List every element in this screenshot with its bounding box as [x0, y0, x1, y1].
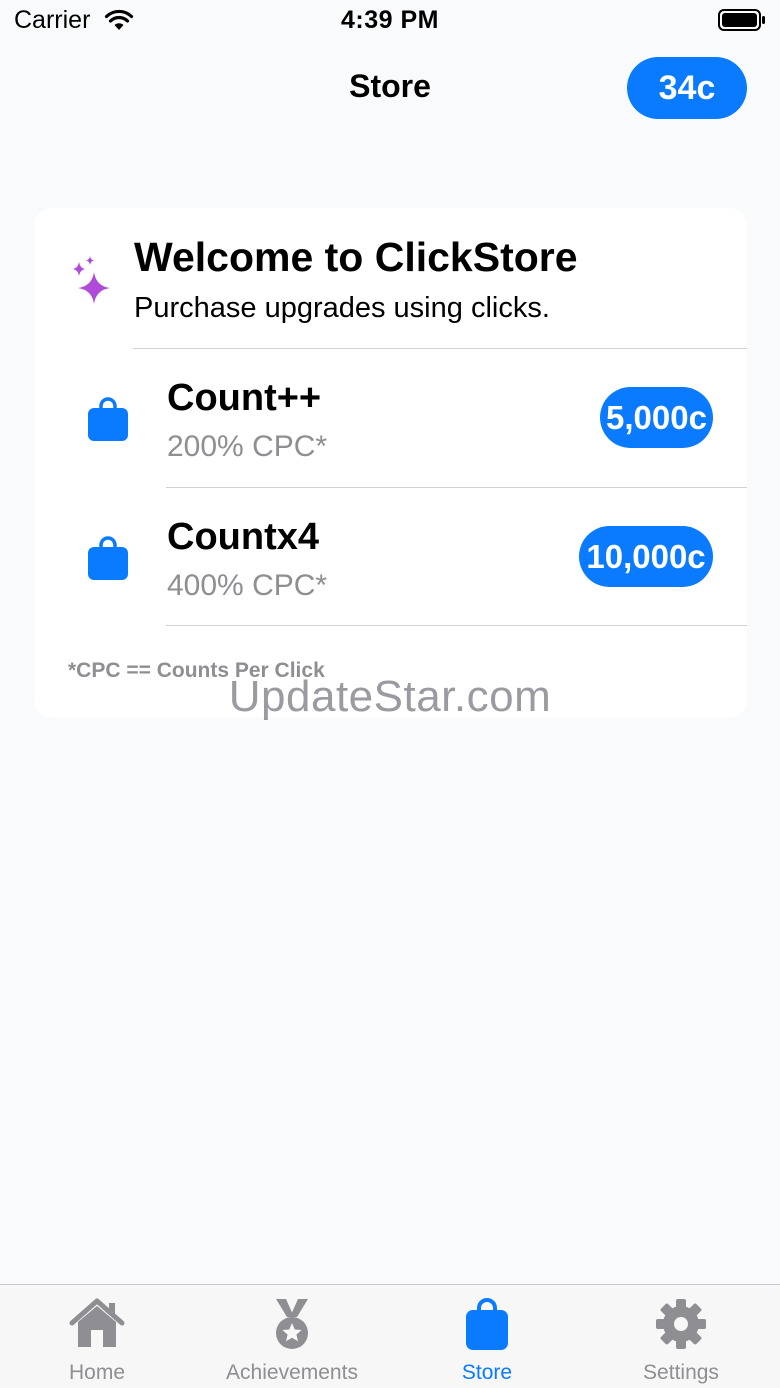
store-item-count-plus-plus[interactable]: Count++ 200% CPC* 5,000c — [34, 349, 747, 487]
tab-achievements[interactable]: Achievements — [202, 1285, 382, 1388]
status-bar: Carrier 4:39 PM — [0, 0, 780, 44]
tab-label: Achievements — [226, 1361, 358, 1384]
tab-label: Settings — [643, 1361, 719, 1384]
tab-settings[interactable]: Settings — [621, 1285, 741, 1388]
item-name: Count++ — [167, 377, 322, 419]
battery-icon — [718, 9, 765, 31]
tab-bar: Home Achievements Store Settings — [0, 1284, 780, 1388]
tab-home[interactable]: Home — [37, 1285, 157, 1388]
welcome-subtitle: Purchase upgrades using clicks. — [134, 292, 550, 324]
item-description: 400% CPC* — [167, 569, 328, 602]
tab-label: Store — [461, 1361, 513, 1384]
watermark: UpdateStar.com — [228, 672, 552, 721]
medal-icon — [276, 1299, 308, 1349]
shopping-bag-icon — [88, 536, 128, 580]
buy-count-plus-plus-button[interactable]: 5,000c — [600, 387, 713, 448]
store-card: Welcome to ClickStore Purchase upgrades … — [34, 208, 747, 718]
tab-label: Home — [68, 1361, 126, 1384]
sparkles-icon — [73, 256, 110, 304]
clock: 4:39 PM — [341, 6, 439, 34]
item-name: Countx4 — [167, 516, 319, 558]
tab-store[interactable]: Store — [427, 1285, 547, 1388]
welcome-title: Welcome to ClickStore — [134, 234, 578, 280]
balance-badge[interactable]: 34c — [627, 57, 747, 119]
divider — [166, 625, 747, 626]
shopping-bag-icon — [466, 1298, 508, 1350]
item-description: 200% CPC* — [167, 430, 328, 463]
buy-countx4-button[interactable]: 10,000c — [579, 526, 713, 587]
store-item-countx4[interactable]: Countx4 400% CPC* 10,000c — [34, 488, 747, 626]
gear-icon — [656, 1299, 706, 1349]
house-icon — [69, 1298, 125, 1347]
shopping-bag-icon — [88, 397, 128, 441]
